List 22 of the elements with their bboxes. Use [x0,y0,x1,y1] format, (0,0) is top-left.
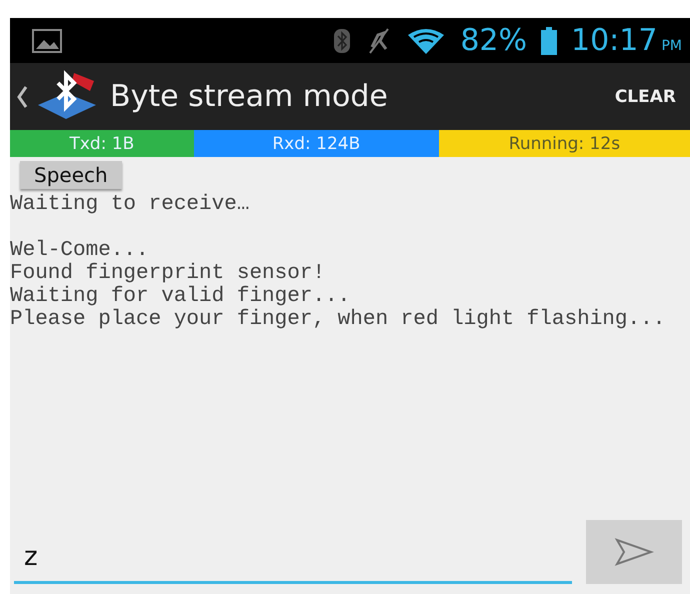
log-line: Please place your finger, when red light flashing... [10,308,666,331]
clear-button[interactable]: CLEAR [610,80,680,112]
app-title: Byte stream mode [110,79,388,114]
counter-label: Running: 12s [438,130,690,157]
log-line: Wel-Come... [10,239,150,262]
back-icon[interactable] [16,84,28,108]
battery-icon [541,26,557,54]
image-icon [32,28,62,52]
speech-button[interactable]: Speech [20,161,122,189]
bluetooth-icon [332,26,352,54]
counter-label: Txd: 1B [10,130,194,157]
log-line: Waiting to receive… [10,193,250,216]
message-input-field[interactable]: z [14,533,572,584]
log-line: Waiting for valid finger... [10,285,352,308]
wifi-icon [406,26,446,54]
battery-percent: 82% [460,26,527,56]
am-pm-label: PM [661,38,682,54]
clock-time: 10:17 [571,26,658,56]
log-line: Found fingerprint sensor! [10,262,326,285]
counter-label: Rxd: 124B [194,130,439,157]
send-button[interactable] [586,520,682,584]
send-icon [614,537,654,567]
